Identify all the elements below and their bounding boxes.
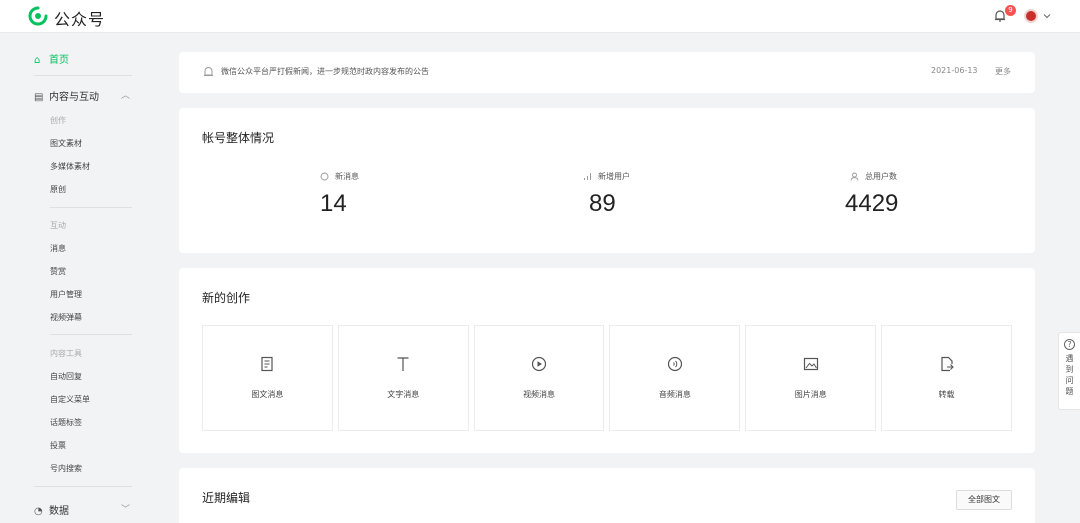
repost-icon	[940, 356, 954, 372]
text-icon	[397, 357, 409, 371]
create-image-message-button[interactable]: 图片消息	[745, 325, 877, 431]
pie-chart-icon: ◔	[34, 506, 43, 517]
sidebar-section-create: 创作	[50, 116, 66, 125]
top-bar: 公众号 9	[0, 0, 1080, 33]
divider	[34, 486, 132, 487]
sidebar-item-label: 首页	[49, 55, 69, 66]
image-icon	[803, 357, 818, 371]
sidebar-item-auto-reply[interactable]: 自动回复	[50, 371, 82, 382]
recent-title: 近期编辑	[202, 491, 251, 505]
create-text-message-button[interactable]: 文字消息	[337, 325, 469, 431]
sidebar-group-content[interactable]: ▤ 内容与互动 ︿	[34, 88, 134, 103]
stat-label: 总用户数	[850, 171, 1010, 182]
sidebar-group-label: 内容与互动	[49, 92, 99, 103]
bell-icon	[204, 67, 213, 76]
divider	[34, 75, 132, 76]
sidebar-item-video-danmaku[interactable]: 视频弹幕	[50, 312, 82, 323]
create-audio-message-button[interactable]: 音频消息	[609, 325, 741, 431]
account-overview-card: 帐号整体情况 新消息 14 新增用户 89 总用户数 4429	[179, 108, 1035, 253]
avatar[interactable]	[1024, 9, 1038, 23]
create-label: 视频消息	[523, 390, 556, 399]
sidebar-item-vote[interactable]: 投票	[50, 440, 66, 451]
stat-label-text: 新增用户	[598, 172, 630, 181]
stat-label-text: 新消息	[335, 172, 359, 181]
new-creation-card: 新的创作 图文消息 文字消息 视频消息 音频消息 图片消息 转载	[179, 268, 1035, 453]
sidebar-item-custom-menu[interactable]: 自定义菜单	[50, 394, 90, 405]
all-articles-button[interactable]: 全部图文	[956, 490, 1012, 510]
app-name[interactable]: 公众号	[54, 6, 105, 30]
sidebar-item-media-material[interactable]: 多媒体素材	[50, 161, 90, 172]
stat-value: 14	[320, 190, 347, 217]
stat-new-users[interactable]: 新增用户 89	[583, 171, 743, 218]
sidebar: ⌂ 首页 ▤ 内容与互动 ︿ 创作 图文素材 多媒体素材 原创 互动 消息 赞赏 用…	[0, 34, 150, 523]
video-icon	[531, 356, 547, 372]
document-icon	[261, 356, 274, 372]
stat-label: 新消息	[320, 171, 480, 182]
create-news-message-button[interactable]: 图文消息	[202, 325, 333, 431]
sidebar-item-user-management[interactable]: 用户管理	[50, 289, 82, 300]
sidebar-item-original[interactable]: 原创	[50, 184, 66, 195]
create-label: 文字消息	[387, 390, 420, 399]
create-repost-button[interactable]: 转载	[881, 325, 1012, 431]
sidebar-item-news-material[interactable]: 图文素材	[50, 138, 82, 149]
sidebar-item-topic-tags[interactable]: 话题标签	[50, 417, 82, 428]
sidebar-item-home[interactable]: ⌂ 首页	[34, 51, 69, 66]
stat-total-users[interactable]: 总用户数 4429	[845, 171, 1010, 218]
sidebar-section-interact: 互动	[50, 221, 66, 230]
document-icon: ▤	[34, 92, 44, 103]
sidebar-item-in-account-search[interactable]: 号内搜索	[50, 463, 82, 474]
question-icon: ?	[1064, 339, 1075, 350]
announcement-card: 微信公众平台严打假新闻，进一步规范时政内容发布的公告 2021-06-13 更多	[179, 52, 1035, 93]
stat-new-messages[interactable]: 新消息 14	[320, 171, 480, 218]
announcement-text[interactable]: 微信公众平台严打假新闻，进一步规范时政内容发布的公告	[221, 66, 429, 77]
divider	[50, 334, 132, 335]
chevron-down-icon: ﹀	[120, 505, 130, 515]
create-label: 转载	[938, 390, 955, 399]
stat-value: 4429	[845, 190, 899, 217]
sidebar-section-tools: 内容工具	[50, 349, 82, 358]
stat-value: 89	[589, 190, 616, 217]
bar-chart-icon	[584, 173, 591, 180]
help-label: 遇到问题	[1065, 354, 1074, 396]
create-grid: 图文消息 文字消息 视频消息 音频消息 图片消息 转载	[202, 325, 1012, 431]
wechat-official-logo-icon[interactable]	[28, 6, 48, 26]
help-float-button[interactable]: ? 遇到问题	[1058, 332, 1080, 410]
sidebar-group-label: 数据	[49, 506, 69, 517]
stat-label: 新增用户	[583, 171, 743, 182]
stat-label-text: 总用户数	[865, 172, 897, 181]
sidebar-item-messages[interactable]: 消息	[50, 243, 66, 254]
chevron-down-icon[interactable]	[1043, 12, 1051, 20]
create-title: 新的创作	[202, 291, 251, 305]
announcement-more-link[interactable]: 更多	[995, 66, 1011, 77]
sidebar-item-appreciation[interactable]: 赞赏	[50, 266, 66, 277]
create-label: 音频消息	[658, 390, 691, 399]
overview-title: 帐号整体情况	[202, 131, 275, 145]
create-label: 图文消息	[251, 390, 284, 399]
sidebar-group-data[interactable]: ◔ 数据 ﹀	[34, 502, 134, 517]
message-icon	[320, 172, 329, 181]
recent-edits-card: 近期编辑 全部图文	[179, 468, 1035, 523]
notification-badge: 9	[1005, 5, 1016, 16]
home-icon: ⌂	[34, 55, 41, 66]
divider	[50, 207, 132, 208]
create-label: 图片消息	[794, 390, 827, 399]
announcement-date: 2021-06-13	[931, 66, 978, 75]
chevron-up-icon: ︿	[120, 91, 130, 101]
create-video-message-button[interactable]: 视频消息	[473, 325, 605, 431]
user-icon	[850, 172, 859, 181]
audio-icon	[667, 356, 682, 372]
